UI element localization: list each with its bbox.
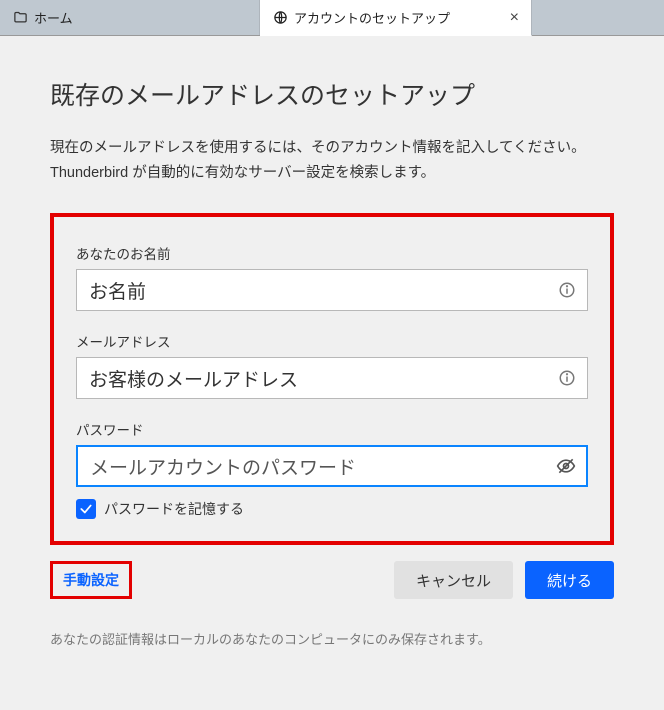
email-input[interactable] — [76, 357, 588, 399]
close-icon[interactable]: × — [480, 9, 519, 27]
button-row: 手動設定 キャンセル 続ける — [50, 561, 614, 599]
eye-off-icon[interactable] — [556, 456, 576, 476]
tab-home-label: ホーム — [34, 8, 73, 27]
password-label: パスワード — [76, 419, 588, 439]
manual-config-link[interactable]: 手動設定 — [63, 572, 119, 588]
remember-password-row[interactable]: パスワードを記憶する — [76, 499, 588, 519]
info-icon[interactable] — [558, 281, 576, 299]
password-input[interactable] — [76, 445, 588, 487]
cancel-button[interactable]: キャンセル — [394, 561, 513, 599]
tab-bar: ホーム アカウントのセットアップ × — [0, 0, 664, 36]
footer-note: あなたの認証情報はローカルのあなたのコンピュータにのみ保存されます。 — [50, 629, 614, 648]
continue-button[interactable]: 続ける — [525, 561, 614, 599]
form-highlight-box: あなたのお名前 メールアドレス — [50, 213, 614, 545]
email-label: メールアドレス — [76, 331, 588, 351]
tab-setup-label: アカウントのセットアップ — [294, 8, 450, 27]
globe-icon — [272, 10, 288, 26]
password-field-group: パスワード — [76, 419, 588, 487]
content-area: 既存のメールアドレスのセットアップ 現在のメールアドレスを使用するには、そのアカ… — [0, 36, 664, 668]
folder-icon — [12, 10, 28, 26]
name-input[interactable] — [76, 269, 588, 311]
name-field-group: あなたのお名前 — [76, 243, 588, 311]
name-label: あなたのお名前 — [76, 243, 588, 263]
tab-account-setup[interactable]: アカウントのセットアップ × — [260, 0, 532, 36]
tab-home[interactable]: ホーム — [0, 0, 260, 35]
checkbox-checked-icon[interactable] — [76, 499, 96, 519]
page-title: 既存のメールアドレスのセットアップ — [50, 76, 614, 112]
manual-config-highlight: 手動設定 — [50, 561, 132, 599]
email-field-group: メールアドレス — [76, 331, 588, 399]
info-icon[interactable] — [558, 369, 576, 387]
remember-password-label: パスワードを記憶する — [104, 499, 244, 519]
page-description: 現在のメールアドレスを使用するには、そのアカウント情報を記入してください。Thu… — [50, 136, 614, 185]
